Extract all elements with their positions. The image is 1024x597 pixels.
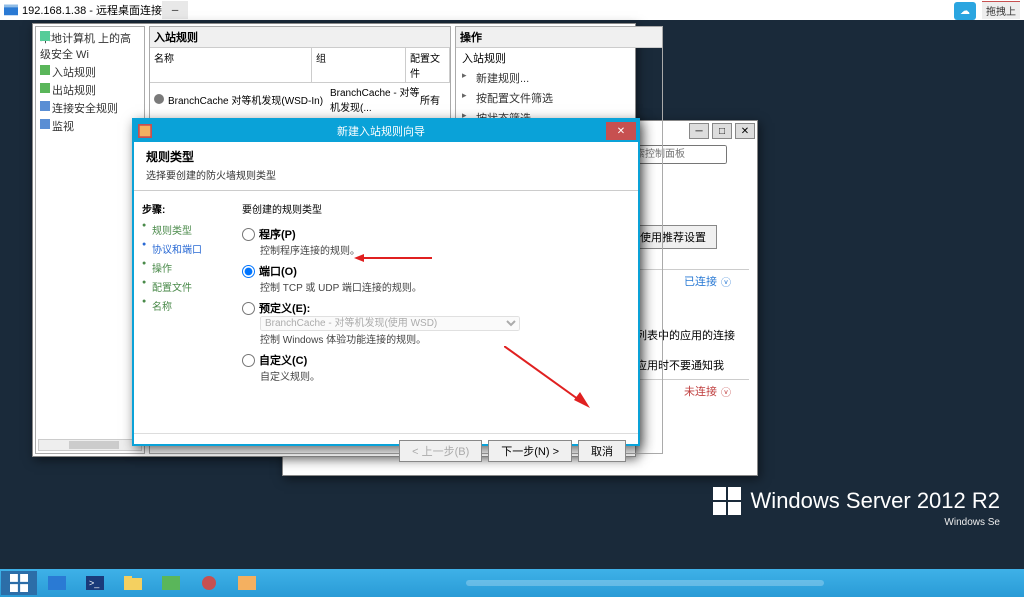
radio-port-desc: 控制 TCP 或 UDP 端口连接的规则。	[260, 279, 626, 294]
chevron-down-icon: ⓥ	[721, 384, 731, 399]
radio-port[interactable]: 端口(O)	[242, 263, 626, 279]
cpl-close-button[interactable]: ✕	[735, 123, 755, 139]
col-name[interactable]: 名称	[150, 48, 312, 82]
wizard-footer: < 上一步(B) 下一步(N) > 取消	[134, 433, 638, 467]
branding-subtext: Windows Se	[944, 517, 1000, 528]
firewall-tree-pane: 本地计算机 上的高级安全 Wi 入站规则 出站规则 连接安全规则 监视	[35, 26, 145, 454]
pin-control[interactable]: 拖拽上	[982, 2, 1020, 19]
col-group[interactable]: 组	[312, 48, 406, 82]
wizard-steps-pane: 步骤: 规则类型 协议和端口 操作 配置文件 名称	[134, 195, 230, 433]
task-powershell[interactable]: >_	[77, 571, 113, 595]
radio-program[interactable]: 程序(P)	[242, 226, 626, 242]
tree-outbound-rules[interactable]: 出站规则	[38, 81, 142, 99]
task-control-panel[interactable]	[153, 571, 189, 595]
desktop-branding: Windows Server 2012 R2 Windows Se	[713, 487, 1000, 515]
new-inbound-rule-wizard: 新建入站规则向导 ✕ 规则类型 选择要创建的防火墙规则类型 步骤: 规则类型 协…	[132, 118, 640, 446]
cpl-maximize-button[interactable]: □	[712, 123, 732, 139]
remote-desktop-area: ─ □ ✕ 使用推荐设置 已连接ⓥ 用列表中的应用的连接 新应用时不要通知我 未…	[0, 20, 1024, 569]
radio-predefined[interactable]: 预定义(E):	[242, 300, 626, 316]
action-filter-profile[interactable]: 按配置文件筛选	[456, 88, 662, 108]
windows-logo-icon	[713, 487, 741, 515]
wizard-header: 规则类型 选择要创建的防火墙规则类型	[134, 142, 638, 186]
rules-column-headers: 名称 组 配置文件	[150, 48, 450, 83]
taskbar: >_	[0, 569, 1024, 597]
network-status-connected[interactable]: 已连接ⓥ	[684, 273, 731, 289]
steps-label: 步骤:	[142, 201, 222, 216]
step-rule-type[interactable]: 规则类型	[142, 220, 222, 239]
wizard-page-desc: 选择要创建的防火墙规则类型	[146, 167, 626, 182]
wizard-title: 新建入站规则向导	[156, 123, 606, 139]
step-name[interactable]: 名称	[142, 296, 222, 315]
predefined-select: BranchCache - 对等机发现(使用 WSD)	[260, 316, 520, 331]
rule-row[interactable]: BranchCache 对等机发现(WSD-In)BranchCache - 对…	[150, 83, 450, 115]
radio-program-input[interactable]	[242, 228, 255, 241]
cancel-button[interactable]: 取消	[578, 440, 626, 462]
tree-connection-security[interactable]: 连接安全规则	[38, 99, 142, 117]
svg-text:>_: >_	[89, 578, 100, 588]
firewall-icon	[138, 124, 152, 138]
annotation-arrow-next-icon	[504, 346, 590, 408]
action-new-rule[interactable]: 新建规则...	[456, 68, 662, 88]
rdp-titlebar: 192.168.1.38 - 远程桌面连接 ☁ 拖拽上 ─ ✕	[0, 0, 1024, 20]
rdp-title: 192.168.1.38 - 远程桌面连接	[22, 2, 162, 18]
task-app[interactable]	[191, 571, 227, 595]
task-server-manager[interactable]	[39, 571, 75, 595]
task-explorer[interactable]	[115, 571, 151, 595]
taskbar-handle[interactable]	[466, 580, 824, 586]
wizard-titlebar[interactable]: 新建入站规则向导 ✕	[134, 120, 638, 142]
cloud-sync-icon[interactable]: ☁	[954, 2, 976, 20]
network-status-disconnected[interactable]: 未连接ⓥ	[684, 383, 731, 399]
wizard-page-title: 规则类型	[146, 148, 626, 165]
radio-predefined-desc: 控制 Windows 体验功能连接的规则。	[260, 331, 626, 346]
radio-custom-input[interactable]	[242, 354, 255, 367]
rdp-icon	[4, 3, 18, 17]
tree-inbound-rules[interactable]: 入站规则	[38, 63, 142, 81]
radio-predefined-input[interactable]	[242, 302, 255, 315]
col-profile[interactable]: 配置文件	[406, 48, 450, 82]
divider	[134, 190, 638, 191]
radio-port-input[interactable]	[242, 265, 255, 278]
wizard-close-button[interactable]: ✕	[606, 122, 636, 140]
step-profile[interactable]: 配置文件	[142, 277, 222, 296]
tree-root[interactable]: 本地计算机 上的高级安全 Wi	[38, 29, 142, 63]
step-action[interactable]: 操作	[142, 258, 222, 277]
radio-program-desc: 控制程序连接的规则。	[260, 242, 626, 257]
back-button: < 上一步(B)	[399, 440, 482, 462]
tree-monitoring[interactable]: 监视	[38, 117, 142, 135]
actions-subtitle: 入站规则	[456, 48, 662, 68]
actions-title: 操作	[456, 27, 662, 48]
next-button[interactable]: 下一步(N) >	[488, 440, 572, 462]
rdp-minimize-button[interactable]: ─	[162, 1, 188, 19]
content-label: 要创建的规则类型	[242, 201, 626, 216]
rules-list-title: 入站规则	[150, 27, 450, 48]
task-firewall[interactable]	[229, 571, 265, 595]
annotation-arrow-port-icon	[354, 254, 432, 262]
cpl-minimize-button[interactable]: ─	[689, 123, 709, 139]
branding-text: Windows Server 2012 R2	[751, 488, 1000, 514]
chevron-up-icon: ⓥ	[721, 274, 731, 289]
rule-status-dot	[154, 94, 164, 104]
tree-scrollbar[interactable]	[38, 439, 142, 451]
start-button[interactable]	[1, 571, 37, 595]
step-protocol-port[interactable]: 协议和端口	[142, 239, 222, 258]
